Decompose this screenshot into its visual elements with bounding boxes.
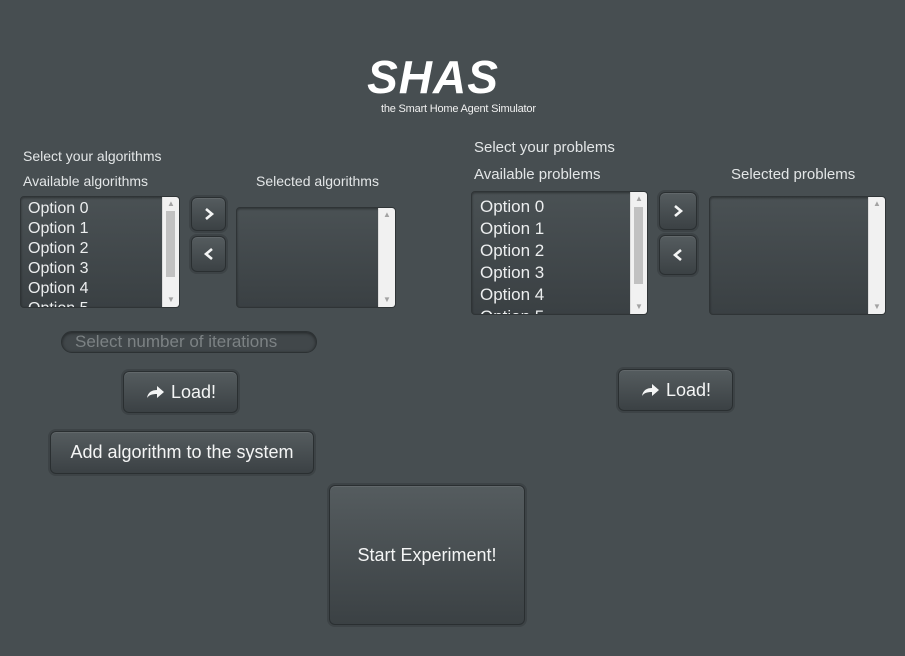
problems-section-label: Select your problems (474, 139, 615, 156)
load-button-label: Load! (665, 379, 712, 400)
scroll-up-icon[interactable]: ▲ (631, 193, 647, 205)
scroll-thumb[interactable] (166, 211, 175, 277)
scrollbar[interactable]: ▲ ▼ (868, 197, 885, 314)
list-item[interactable]: Option 1 (480, 218, 629, 240)
chevron-right-icon (204, 208, 214, 220)
load-problems-button[interactable]: Load! (618, 369, 733, 411)
iterations-input[interactable] (61, 331, 317, 353)
add-system-button-label: Add algorithm to the system (70, 442, 294, 462)
app-subtitle: the Smart Home Agent Simulator (381, 103, 536, 115)
scroll-up-icon[interactable]: ▲ (163, 198, 179, 210)
scrollbar[interactable]: ▲ ▼ (162, 197, 179, 307)
list-item[interactable]: Option 5 (480, 306, 629, 314)
scroll-up-icon[interactable]: ▲ (869, 198, 885, 210)
selected-problems-label: Selected problems (731, 166, 856, 183)
list-item[interactable]: Option 2 (480, 240, 629, 262)
scroll-down-icon[interactable]: ▼ (163, 294, 179, 306)
chevron-left-icon (203, 248, 213, 260)
chevron-left-icon (672, 249, 682, 261)
available-problems-list[interactable]: Option 0 Option 1 Option 2 Option 3 Opti… (471, 191, 648, 315)
list-item[interactable]: Option 3 (28, 259, 161, 279)
add-algorithm-to-system-button[interactable]: Add algorithm to the system (50, 431, 314, 474)
start-button-label: Start Experiment! (357, 544, 497, 565)
algorithms-section-label: Select your algorithms (23, 148, 162, 164)
list-item[interactable]: Option 4 (480, 284, 629, 306)
list-item[interactable]: Option 0 (480, 196, 629, 218)
load-button-label: Load! (170, 381, 217, 402)
list-item[interactable]: Option 3 (480, 262, 629, 284)
share-arrow-icon (641, 384, 659, 396)
add-algorithm-button[interactable] (191, 197, 226, 231)
available-problems-label: Available problems (474, 166, 601, 183)
scroll-down-icon[interactable]: ▼ (631, 301, 647, 313)
load-algorithms-button[interactable]: Load! (123, 371, 238, 413)
scroll-thumb[interactable] (634, 207, 643, 284)
selected-problems-list[interactable]: ▲ ▼ (709, 196, 886, 315)
scrollbar[interactable]: ▲ ▼ (378, 208, 395, 307)
scrollbar[interactable]: ▲ ▼ (630, 192, 647, 314)
scroll-down-icon[interactable]: ▼ (379, 294, 395, 306)
list-item[interactable]: Option 1 (28, 219, 161, 239)
list-item[interactable]: Option 4 (28, 279, 161, 299)
app-logo: SHAS (367, 51, 499, 103)
scroll-down-icon[interactable]: ▼ (869, 301, 885, 313)
chevron-right-icon (674, 205, 684, 217)
start-experiment-button[interactable]: Start Experiment! (329, 485, 525, 625)
selected-algorithms-list[interactable]: ▲ ▼ (236, 207, 396, 308)
list-item[interactable]: Option 2 (28, 239, 161, 259)
remove-algorithm-button[interactable] (191, 236, 226, 272)
remove-problem-button[interactable] (659, 235, 697, 275)
available-algorithms-label: Available algorithms (23, 173, 149, 189)
list-item[interactable]: Option 5 (28, 299, 161, 307)
add-problem-button[interactable] (659, 192, 697, 230)
selected-algorithms-label: Selected algorithms (256, 173, 379, 189)
available-algorithms-list[interactable]: Option 0 Option 1 Option 2 Option 3 Opti… (20, 196, 180, 308)
scroll-up-icon[interactable]: ▲ (379, 209, 395, 221)
list-item[interactable]: Option 0 (28, 199, 161, 219)
share-arrow-icon (146, 386, 164, 398)
